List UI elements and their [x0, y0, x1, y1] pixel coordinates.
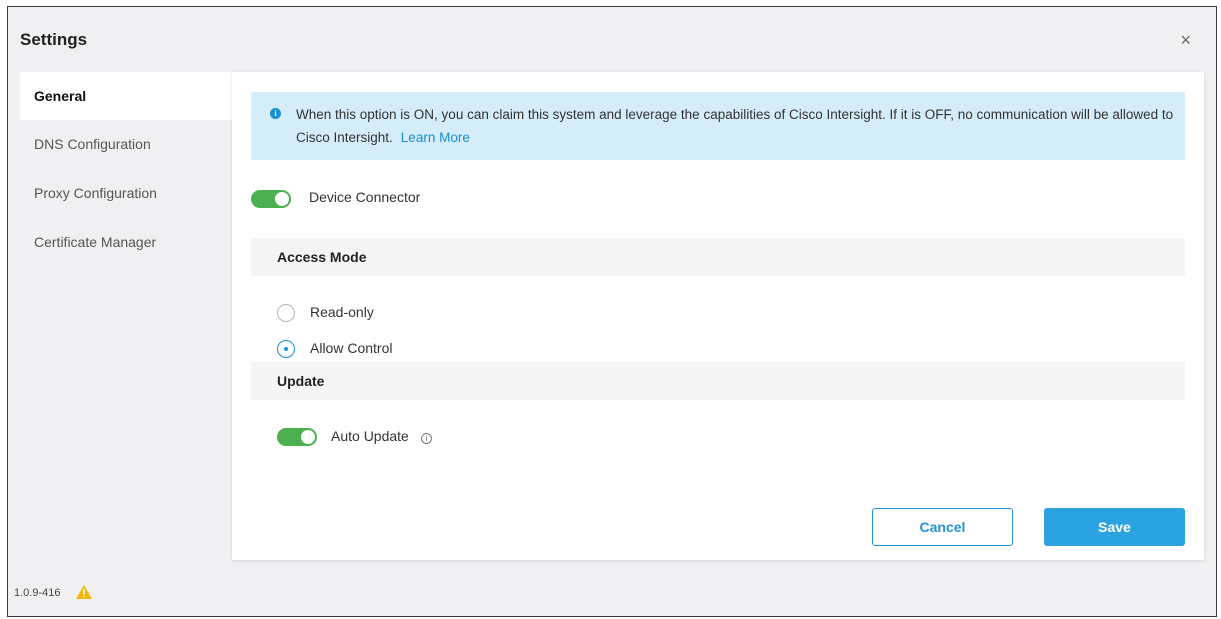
toggle-knob	[275, 192, 289, 206]
read-only-radio[interactable]	[277, 304, 295, 322]
info-banner: i When this option is ON, you can claim …	[251, 92, 1185, 160]
device-connector-label: Device Connector	[309, 189, 421, 205]
allow-control-radio[interactable]	[277, 340, 295, 358]
access-mode-title: Access Mode	[277, 249, 367, 265]
warning-icon	[76, 585, 92, 599]
auto-update-info-icon[interactable]: i	[421, 433, 432, 444]
sidebar-item-general[interactable]: General	[20, 72, 232, 120]
sidebar-item-certificate-manager[interactable]: Certificate Manager	[20, 218, 232, 266]
update-title: Update	[277, 373, 325, 389]
settings-dialog: Settings × General DNS Configuration Pro…	[7, 6, 1217, 617]
cancel-button[interactable]: Cancel	[872, 508, 1013, 546]
save-button[interactable]: Save	[1044, 508, 1185, 546]
toggle-knob	[301, 430, 315, 444]
allow-control-label[interactable]: Allow Control	[310, 340, 392, 356]
device-connector-toggle[interactable]	[251, 190, 291, 208]
general-panel: i When this option is ON, you can claim …	[232, 72, 1204, 560]
sidebar-item-dns-configuration[interactable]: DNS Configuration	[20, 120, 232, 168]
version-label: 1.0.9-416	[14, 587, 61, 599]
read-only-label[interactable]: Read-only	[310, 304, 374, 320]
auto-update-label: Auto Update	[331, 428, 409, 444]
learn-more-link[interactable]: Learn More	[401, 130, 470, 145]
dialog-title: Settings	[20, 30, 88, 49]
auto-update-toggle[interactable]	[277, 428, 317, 446]
sidebar-item-proxy-configuration[interactable]: Proxy Configuration	[20, 169, 232, 217]
update-section: Update	[251, 362, 1185, 400]
access-mode-section: Access Mode	[251, 238, 1185, 276]
info-banner-text: When this option is ON, you can claim th…	[296, 103, 1176, 149]
close-icon[interactable]: ×	[1180, 31, 1191, 49]
info-icon: i	[270, 108, 281, 119]
